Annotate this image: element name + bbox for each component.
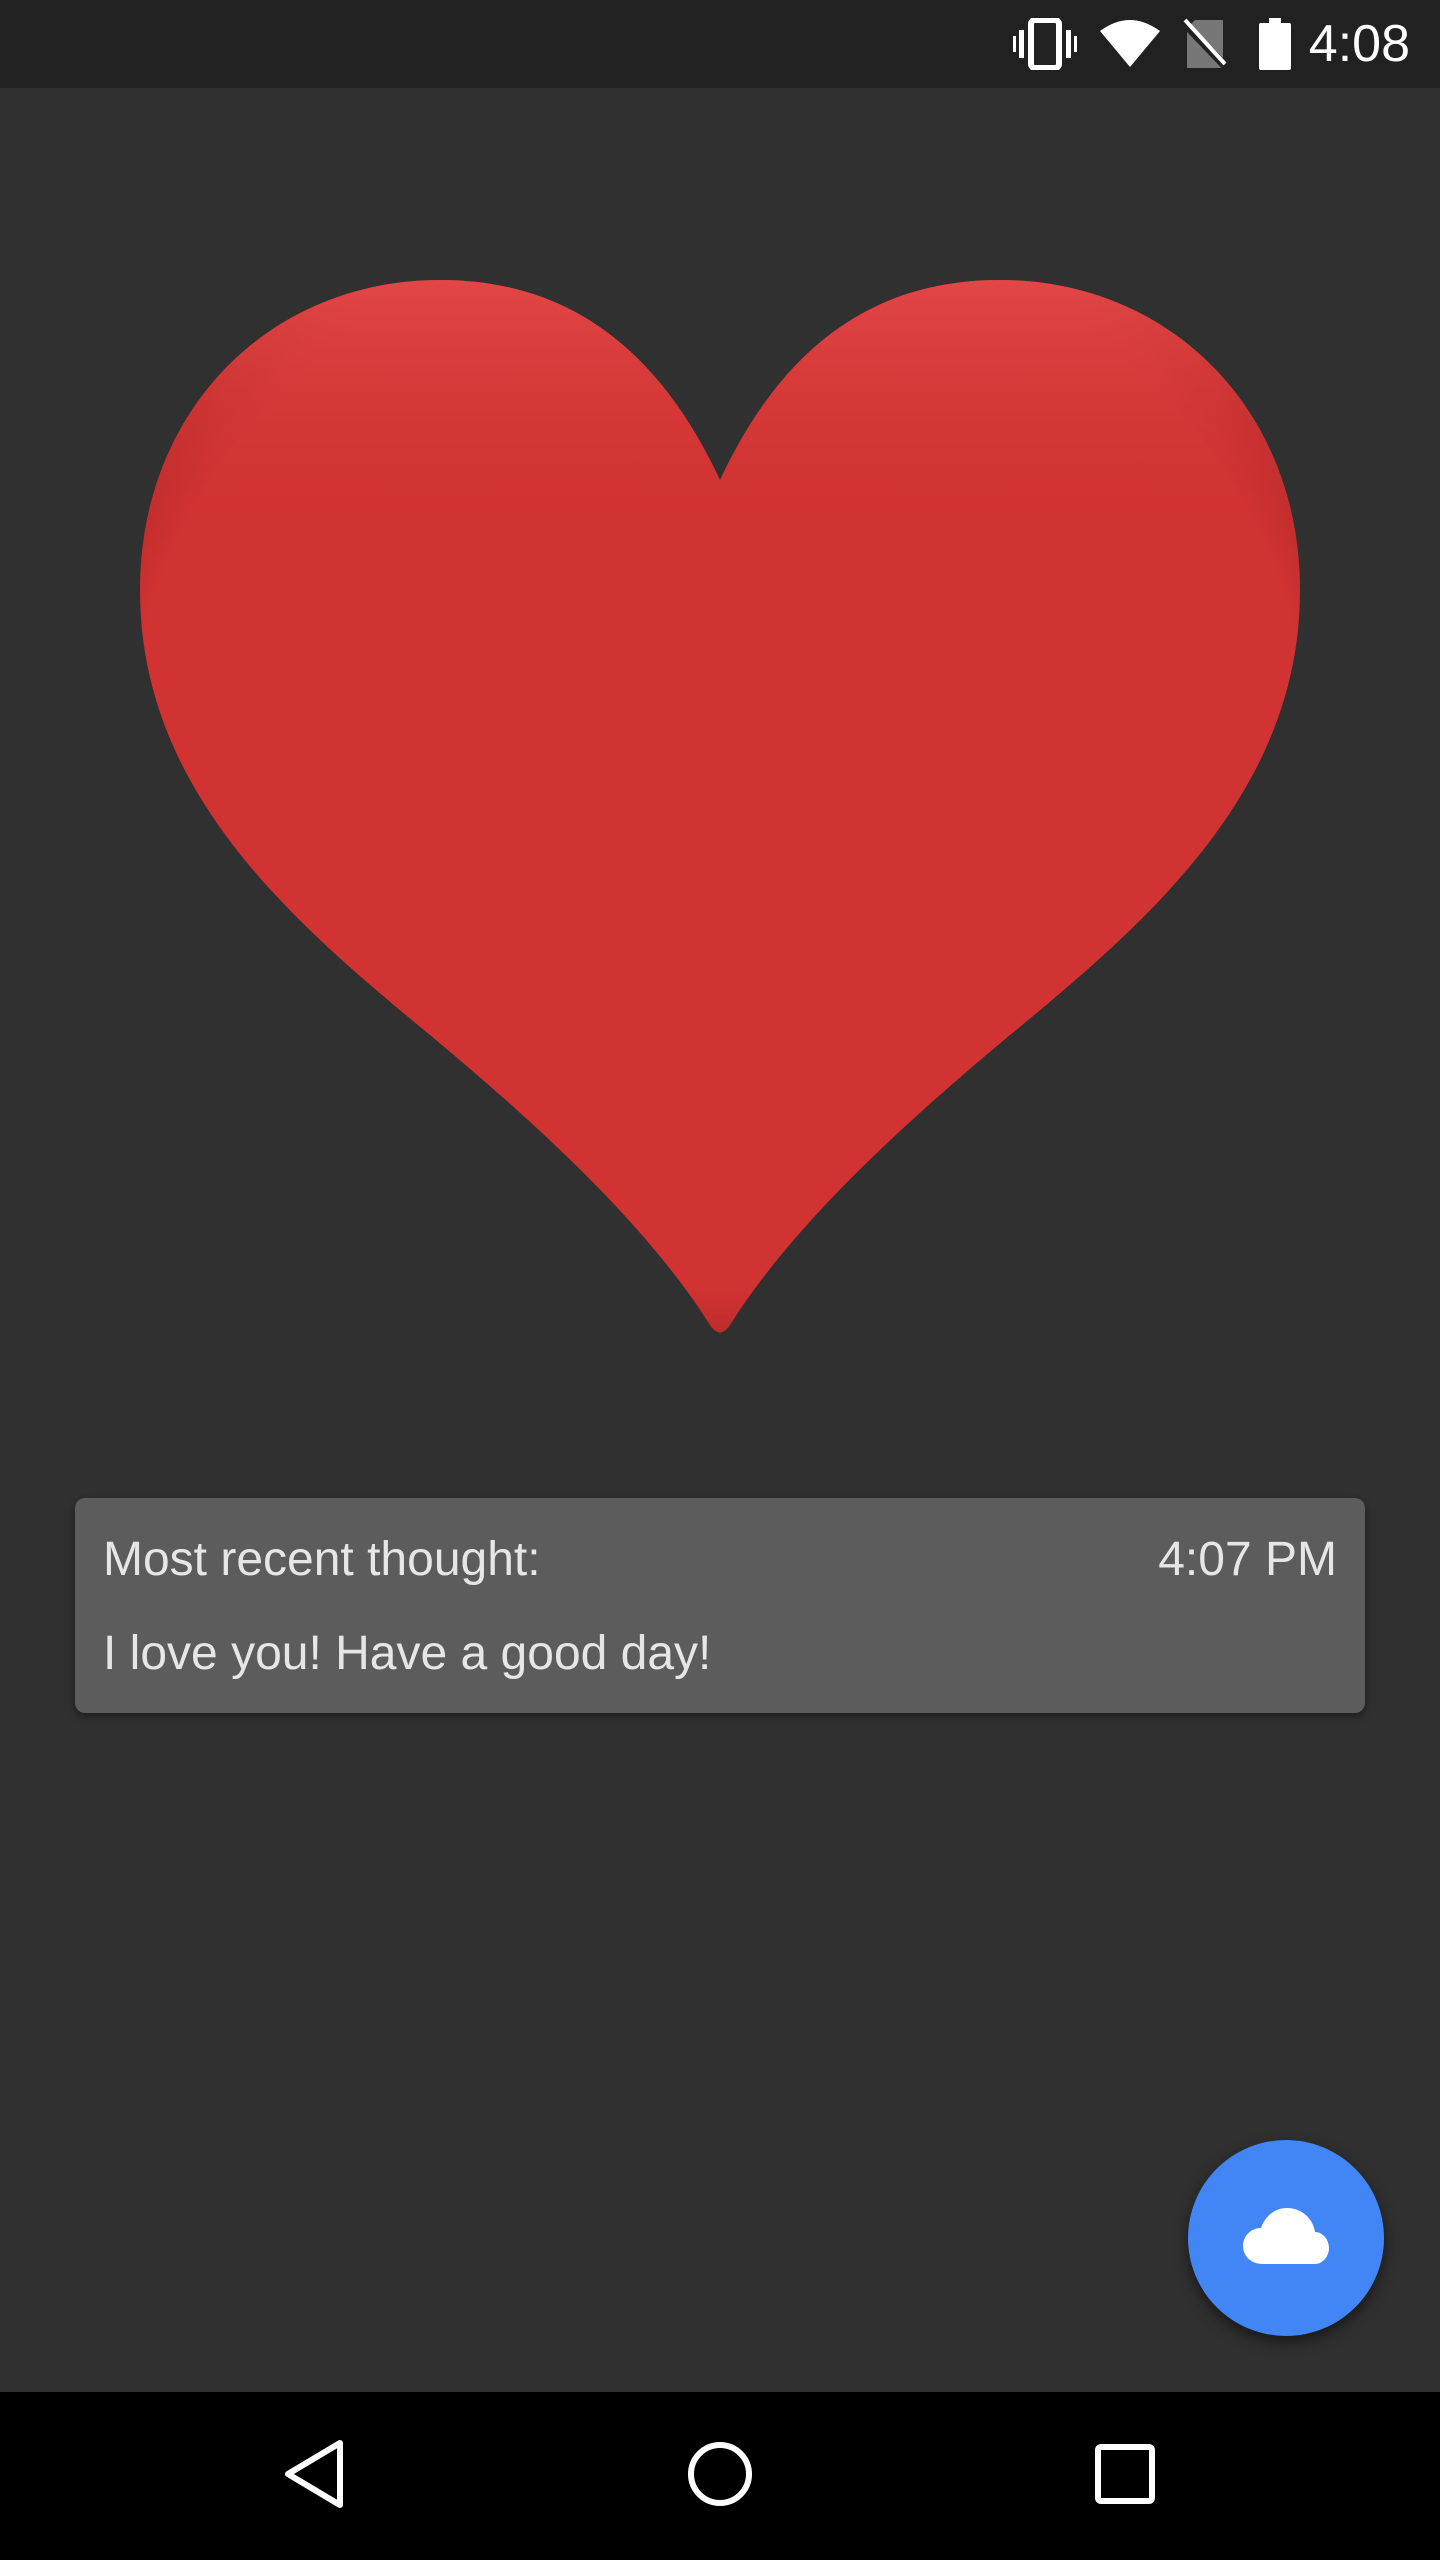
app-screen: 4:08 Most recent thought: 4:07 PM I love…	[0, 0, 1440, 2560]
recents-icon	[1095, 2443, 1155, 2509]
no-sim-icon	[1175, 0, 1235, 88]
battery-icon	[1250, 0, 1300, 88]
heart-icon[interactable]	[130, 270, 1310, 1350]
send-thought-button[interactable]	[1188, 2140, 1384, 2336]
back-icon	[282, 2439, 346, 2514]
thought-label: Most recent thought:	[103, 1533, 541, 1586]
status-bar: 4:08	[0, 0, 1440, 88]
vibrate-icon	[1010, 0, 1080, 88]
home-button[interactable]	[620, 2392, 820, 2560]
recent-thought-card[interactable]: Most recent thought: 4:07 PM I love you!…	[75, 1498, 1365, 1713]
recents-button[interactable]	[1025, 2392, 1225, 2560]
thought-timestamp: 4:07 PM	[1158, 1533, 1337, 1586]
status-time: 4:08	[1308, 15, 1410, 73]
thought-message: I love you! Have a good day!	[103, 1627, 712, 1680]
home-icon	[687, 2441, 753, 2512]
back-button[interactable]	[214, 2392, 414, 2560]
navigation-bar	[0, 2392, 1440, 2560]
cloud-icon	[1243, 2207, 1329, 2269]
wifi-icon	[1095, 0, 1165, 88]
